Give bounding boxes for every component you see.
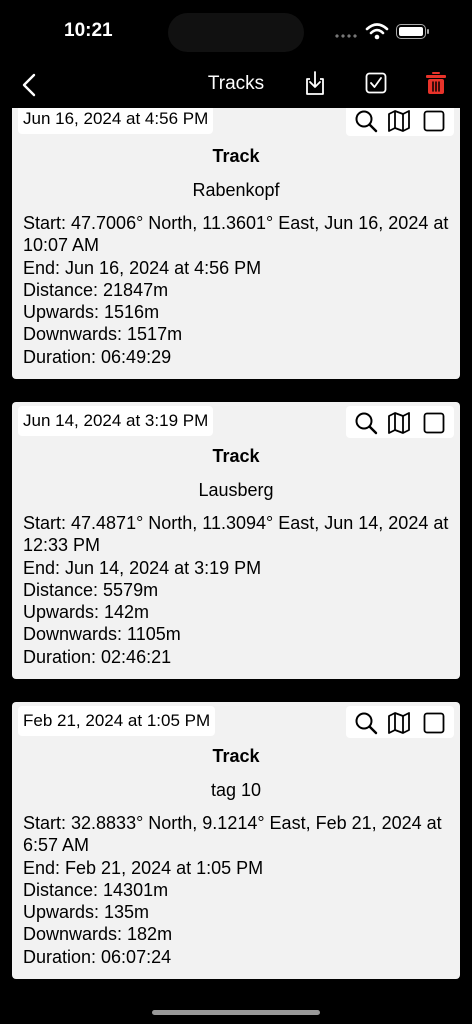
search-icon[interactable] <box>354 711 378 735</box>
track-downwards: Downwards: 1105m <box>23 624 181 645</box>
wifi-icon <box>365 23 389 40</box>
dynamic-island <box>168 13 304 52</box>
status-bar: 10:21 <box>0 0 472 60</box>
status-time: 10:21 <box>64 20 113 41</box>
export-icon[interactable] <box>303 70 327 96</box>
checkbox-icon[interactable] <box>422 411 446 435</box>
map-icon[interactable] <box>387 711 411 735</box>
search-icon[interactable] <box>354 411 378 435</box>
track-date: Jun 16, 2024 at 4:56 PM <box>18 108 214 134</box>
track-duration: Duration: 06:07:24 <box>23 946 172 967</box>
chevron-left-icon[interactable] <box>18 72 42 98</box>
checkbox-icon[interactable] <box>422 711 446 735</box>
track-end: End: Jun 16, 2024 at 4:56 PM <box>23 257 262 278</box>
checkmark-square-icon[interactable] <box>364 70 388 96</box>
track-details: Start: 47.4871° North, 11.3094° East, Ju… <box>23 512 453 668</box>
track-date: Feb 21, 2024 at 1:05 PM <box>18 706 216 736</box>
track-distance: Distance: 21847m <box>23 279 169 300</box>
track-end: End: Feb 21, 2024 at 1:05 PM <box>23 857 264 878</box>
battery-icon <box>396 24 426 39</box>
track-details: Start: 47.7006° North, 11.3601° East, Ju… <box>23 212 453 368</box>
navigation-bar: Tracks <box>0 60 472 108</box>
track-duration: Duration: 02:46:21 <box>23 646 172 667</box>
track-actions <box>346 406 454 438</box>
track-downwards: Downwards: 182m <box>23 924 173 945</box>
track-actions <box>346 706 454 738</box>
tracks-list[interactable]: Jun 16, 2024 at 4:56 PM Track Rabenkopf … <box>0 108 472 1006</box>
track-upwards: Upwards: 135m <box>23 902 150 923</box>
track-end: End: Jun 14, 2024 at 3:19 PM <box>23 557 262 578</box>
track-card[interactable]: Feb 21, 2024 at 1:05 PM Track tag 10 Sta… <box>12 702 460 979</box>
track-duration: Duration: 06:49:29 <box>23 346 172 367</box>
track-upwards: Upwards: 142m <box>23 602 150 623</box>
map-icon[interactable] <box>387 411 411 435</box>
track-start: Start: 47.4871° North, 11.3094° East, Ju… <box>23 513 454 556</box>
page-title: Tracks <box>207 73 265 94</box>
track-name: tag 10 <box>210 780 262 800</box>
checkbox-icon[interactable] <box>422 109 446 133</box>
signal-dots-icon <box>334 34 358 38</box>
track-kind: Track <box>212 446 260 466</box>
battery-tip <box>427 29 429 34</box>
track-card[interactable]: Jun 16, 2024 at 4:56 PM Track Rabenkopf … <box>12 108 460 379</box>
track-start: Start: 47.7006° North, 11.3601° East, Ju… <box>23 213 454 256</box>
track-start: Start: 32.8833° North, 9.1214° East, Feb… <box>23 813 447 856</box>
search-icon[interactable] <box>354 109 378 133</box>
track-kind: Track <box>212 746 260 766</box>
track-kind: Track <box>212 146 260 166</box>
track-name: Rabenkopf <box>192 180 280 200</box>
track-name: Lausberg <box>198 480 274 500</box>
track-card[interactable]: Jun 14, 2024 at 3:19 PM Track Lausberg S… <box>12 402 460 679</box>
trash-icon[interactable] <box>424 70 448 96</box>
track-distance: Distance: 5579m <box>23 579 159 600</box>
track-downwards: Downwards: 1517m <box>23 324 183 345</box>
track-actions <box>346 108 454 136</box>
map-icon[interactable] <box>387 109 411 133</box>
track-distance: Distance: 14301m <box>23 879 169 900</box>
home-indicator[interactable] <box>152 1010 320 1015</box>
track-date: Jun 14, 2024 at 3:19 PM <box>18 406 214 436</box>
track-upwards: Upwards: 1516m <box>23 302 160 323</box>
track-details: Start: 32.8833° North, 9.1214° East, Feb… <box>23 812 453 968</box>
